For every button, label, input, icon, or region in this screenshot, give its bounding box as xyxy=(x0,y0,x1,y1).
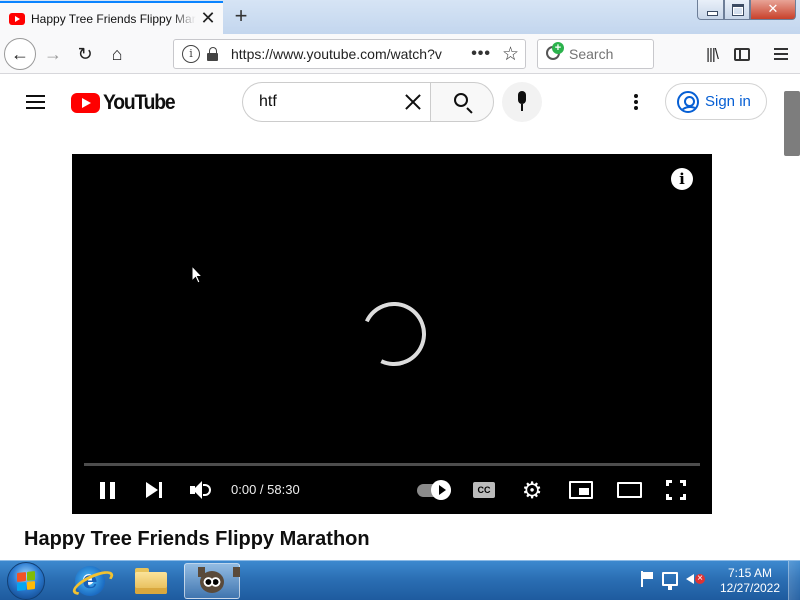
time-display: 0:00 / 58:30 xyxy=(231,482,300,497)
sign-in-label: Sign in xyxy=(705,93,751,110)
search-icon xyxy=(546,41,564,63)
tab-close-icon[interactable]: ✕ xyxy=(199,9,217,27)
home-button[interactable]: ⌂ xyxy=(102,39,132,69)
site-info-icon[interactable]: i xyxy=(182,45,200,63)
start-button[interactable] xyxy=(7,562,45,600)
windows-taskbar: e 7:15 AM 12/27/2022 xyxy=(0,560,800,600)
forward-button[interactable]: → xyxy=(38,39,68,69)
windows-logo-icon xyxy=(17,571,35,591)
action-center-flag-icon[interactable] xyxy=(640,571,654,587)
address-bar[interactable]: i https://www.youtube.com/watch?v ••• ☆ xyxy=(173,39,526,69)
clear-search-icon[interactable] xyxy=(403,92,423,112)
browser-menu-button[interactable] xyxy=(766,39,796,69)
window-restore-button[interactable] xyxy=(724,0,750,20)
browser-search-box[interactable]: Search xyxy=(537,39,654,69)
internet-explorer-icon: e xyxy=(75,566,105,596)
loading-spinner-icon xyxy=(352,292,436,376)
bookmark-star-icon[interactable]: ☆ xyxy=(502,43,519,66)
settings-button[interactable]: ⚙ xyxy=(520,477,544,503)
progress-bar[interactable] xyxy=(84,463,700,466)
browser-tab-strip: Happy Tree Friends Flippy Marathon ✕ + xyxy=(0,0,800,34)
info-icon[interactable]: i xyxy=(671,168,693,190)
back-button[interactable]: ← xyxy=(4,38,36,70)
autoplay-knob-icon xyxy=(431,479,451,500)
clock-date: 12/27/2022 xyxy=(719,581,781,595)
sidebar-icon xyxy=(734,47,750,61)
taskbar-internet-explorer[interactable]: e xyxy=(62,563,118,599)
theater-mode-button[interactable] xyxy=(616,478,642,502)
browser-tab-active[interactable]: Happy Tree Friends Flippy Marathon ✕ xyxy=(0,1,223,34)
youtube-play-logo-icon xyxy=(71,93,100,113)
autoplay-track xyxy=(417,479,451,500)
search-query-text: htf xyxy=(259,93,277,110)
sign-in-button[interactable]: Sign in xyxy=(665,83,767,120)
sidebar-toggle-button[interactable] xyxy=(727,39,757,69)
page-scrollbar[interactable] xyxy=(784,75,800,560)
page-actions-icon[interactable]: ••• xyxy=(471,45,491,63)
video-title: Happy Tree Friends Flippy Marathon xyxy=(24,528,370,550)
pause-button[interactable] xyxy=(96,478,118,502)
subtitles-button[interactable]: CC xyxy=(472,478,496,502)
voice-search-button[interactable] xyxy=(502,82,542,122)
screen: Happy Tree Friends Flippy Marathon ✕ + ←… xyxy=(0,0,800,600)
cc-icon: CC xyxy=(473,482,495,498)
folder-icon xyxy=(135,568,167,594)
theater-icon xyxy=(616,482,642,498)
taskbar-browser-active[interactable] xyxy=(184,563,240,599)
volume-muted-icon[interactable] xyxy=(686,571,705,587)
fullscreen-button[interactable] xyxy=(665,478,687,502)
next-button[interactable] xyxy=(143,478,165,502)
raccoon-app-icon xyxy=(197,567,240,595)
tab-title: Happy Tree Friends Flippy Marathon xyxy=(31,11,196,26)
window-minimize-button[interactable] xyxy=(697,0,724,20)
youtube-search-button[interactable] xyxy=(430,82,494,122)
volume-icon xyxy=(190,480,212,500)
show-desktop-button[interactable] xyxy=(788,561,800,600)
mouse-cursor-icon xyxy=(191,265,204,284)
window-close-button[interactable] xyxy=(750,0,796,20)
miniplayer-button[interactable] xyxy=(568,478,594,502)
account-icon xyxy=(677,90,699,113)
settings-more-icon[interactable] xyxy=(634,94,638,110)
url-text[interactable]: https://www.youtube.com/watch?v xyxy=(231,46,463,62)
miniplayer-icon xyxy=(569,481,593,499)
library-button[interactable]: |||\ xyxy=(697,39,727,69)
reload-button[interactable]: ↻ xyxy=(70,39,100,69)
search-placeholder: Search xyxy=(569,46,614,62)
hamburger-icon xyxy=(774,48,788,60)
clock-time: 7:15 AM xyxy=(727,566,773,580)
youtube-logo[interactable]: YouTube xyxy=(71,91,181,115)
scrollbar-thumb[interactable] xyxy=(784,91,800,156)
lock-icon xyxy=(207,47,219,61)
youtube-logo-text: YouTube xyxy=(103,91,176,114)
system-tray xyxy=(640,571,705,590)
new-tab-button[interactable]: + xyxy=(230,4,252,28)
taskbar-clock[interactable]: 7:15 AM 12/27/2022 xyxy=(716,566,784,596)
autoplay-toggle[interactable] xyxy=(416,478,452,502)
search-icon xyxy=(454,93,468,107)
fullscreen-icon xyxy=(666,480,686,500)
browser-toolbar: ← → ↻ ⌂ i https://www.youtube.com/watch?… xyxy=(0,34,800,74)
video-player[interactable]: i 0:00 / 58:30 CC ⚙ xyxy=(72,154,712,514)
youtube-page: YouTube htf Sign in i 0:00 / 58:30 CC ⚙ … xyxy=(0,75,800,560)
guide-menu-icon[interactable] xyxy=(26,95,46,109)
mute-button[interactable] xyxy=(188,478,214,502)
youtube-favicon-icon xyxy=(9,12,25,25)
taskbar-file-explorer[interactable] xyxy=(123,563,179,599)
network-icon[interactable] xyxy=(662,572,678,590)
